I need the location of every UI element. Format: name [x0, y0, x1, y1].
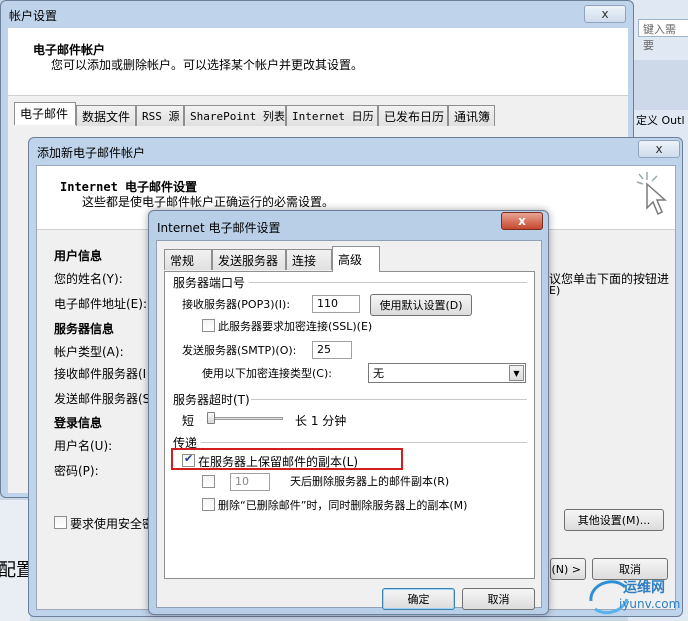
timeout-slider-thumb[interactable]	[207, 412, 215, 424]
close-icon: x	[655, 142, 663, 156]
user-info-heading: 用户信息	[54, 249, 103, 263]
right-hint-text: 议您单击下面的按钮进	[549, 272, 670, 286]
encryption-type-label: 使用以下加密连接类型(C):	[202, 367, 332, 380]
ssl-checkbox[interactable]	[202, 319, 215, 332]
internet-settings-body: 常规 发送服务器 连接 高级 服务器端口号 接收服务器(POP3)(I): 11…	[156, 240, 542, 610]
account-settings-title: 帐户设置	[9, 9, 58, 23]
remove-deleted-checkbox[interactable]	[202, 498, 215, 511]
cursor-sparkle-icon	[636, 172, 667, 216]
account-type-label: 帐户类型(A):	[54, 345, 124, 359]
ribbon-strip	[628, 60, 688, 110]
username-label: 用户名(U):	[54, 439, 113, 453]
tab-advanced[interactable]: 高级	[332, 246, 380, 272]
account-settings-subheading: 您可以添加或删除帐户。可以选择某个帐户并更改其设置。	[51, 58, 364, 72]
login-info-heading: 登录信息	[54, 416, 103, 430]
tab-general[interactable]: 常规	[164, 249, 212, 270]
watermark-logo: 运维网 iyunv.com	[583, 571, 686, 619]
remove-after-days-input[interactable]: 10	[230, 473, 270, 491]
timeout-short-label: 短	[182, 414, 195, 428]
spa-label: 要求使用安全密	[70, 517, 155, 531]
search-input[interactable]: 键入需要	[638, 19, 688, 52]
tab-outgoing-server[interactable]: 发送服务器	[212, 249, 286, 270]
tab-rss[interactable]: RSS 源	[136, 105, 184, 126]
watermark-line2: iyunv.com	[619, 597, 681, 611]
incoming-port-input[interactable]: 110	[312, 295, 360, 313]
name-label: 您的姓名(Y):	[54, 272, 123, 286]
timeout-slider-track[interactable]	[207, 417, 283, 420]
highlight-box	[171, 448, 403, 470]
watermark-line1: 运维网	[623, 580, 665, 596]
spa-checkbox[interactable]	[54, 516, 67, 529]
more-settings-button[interactable]: 其他设置(M)...	[564, 509, 664, 531]
remove-after-checkbox[interactable]	[202, 475, 215, 488]
remove-after-label: 天后删除服务器上的邮件副本(R)	[290, 475, 450, 488]
close-icon: x	[601, 7, 609, 21]
internet-settings-window: Internet 电子邮件设置 x 常规 发送服务器 连接 高级 服务器端口号 …	[148, 210, 549, 615]
tab-published-calendar[interactable]: 已发布日历	[378, 105, 448, 126]
account-settings-close-button[interactable]: x	[584, 5, 626, 23]
remove-deleted-label: 删除“已删除邮件”时，同时删除服务器上的副本(M)	[218, 499, 468, 512]
outgoing-port-input[interactable]: 25	[312, 341, 352, 359]
tab-email[interactable]: 电子邮件	[14, 102, 76, 125]
tab-address-book[interactable]: 通讯簿	[448, 105, 495, 126]
server-info-heading: 服务器信息	[54, 322, 115, 336]
next-button[interactable]: (N) >	[550, 558, 586, 580]
use-defaults-button[interactable]: 使用默认设置(D)	[370, 294, 472, 316]
internet-settings-cancel-button[interactable]: 取消	[462, 588, 535, 610]
ssl-label: 此服务器要求加密连接(SSL)(E)	[218, 320, 373, 333]
ok-button[interactable]: 确定	[382, 588, 455, 610]
tab-data-files[interactable]: 数据文件	[76, 105, 136, 126]
timeout-long-label: 长 1 分钟	[295, 414, 347, 428]
tab-internet-calendar[interactable]: Internet 日历	[286, 105, 378, 126]
add-account-title: 添加新电子邮件帐户	[37, 146, 146, 160]
outgoing-port-label: 发送服务器(SMTP)(O):	[182, 344, 297, 357]
tab-connection[interactable]: 连接	[286, 249, 332, 270]
email-label: 电子邮件地址(E):	[54, 297, 147, 311]
outgoing-server-label: 发送邮件服务器(S	[54, 392, 151, 406]
incoming-server-label: 接收邮件服务器(I	[54, 367, 147, 381]
internet-settings-close-button[interactable]: x	[501, 212, 543, 230]
ports-group-title: 服务器端口号	[173, 276, 246, 290]
timeout-group-title: 服务器超时(T)	[173, 393, 250, 407]
advanced-tab-panel: 服务器端口号 接收服务器(POP3)(I): 110 使用默认设置(D) 此服务…	[164, 271, 535, 579]
password-label: 密码(P):	[54, 464, 99, 478]
close-icon: x	[518, 214, 526, 228]
dropdown-arrow-icon[interactable]: ▼	[509, 365, 524, 381]
ribbon-text: 定义 Outl	[636, 114, 685, 127]
internet-settings-title: Internet 电子邮件设置	[157, 221, 281, 235]
tab-sharepoint[interactable]: SharePoint 列表	[184, 105, 286, 126]
encryption-type-select[interactable]: 无 ▼	[368, 363, 526, 383]
incoming-port-label: 接收服务器(POP3)(I):	[182, 298, 291, 311]
add-account-subheading: 这些都是使电子邮件帐户正确运行的必需设置。	[82, 195, 335, 209]
add-account-close-button[interactable]: x	[638, 140, 680, 158]
right-hint-text-2: E)	[549, 284, 561, 297]
